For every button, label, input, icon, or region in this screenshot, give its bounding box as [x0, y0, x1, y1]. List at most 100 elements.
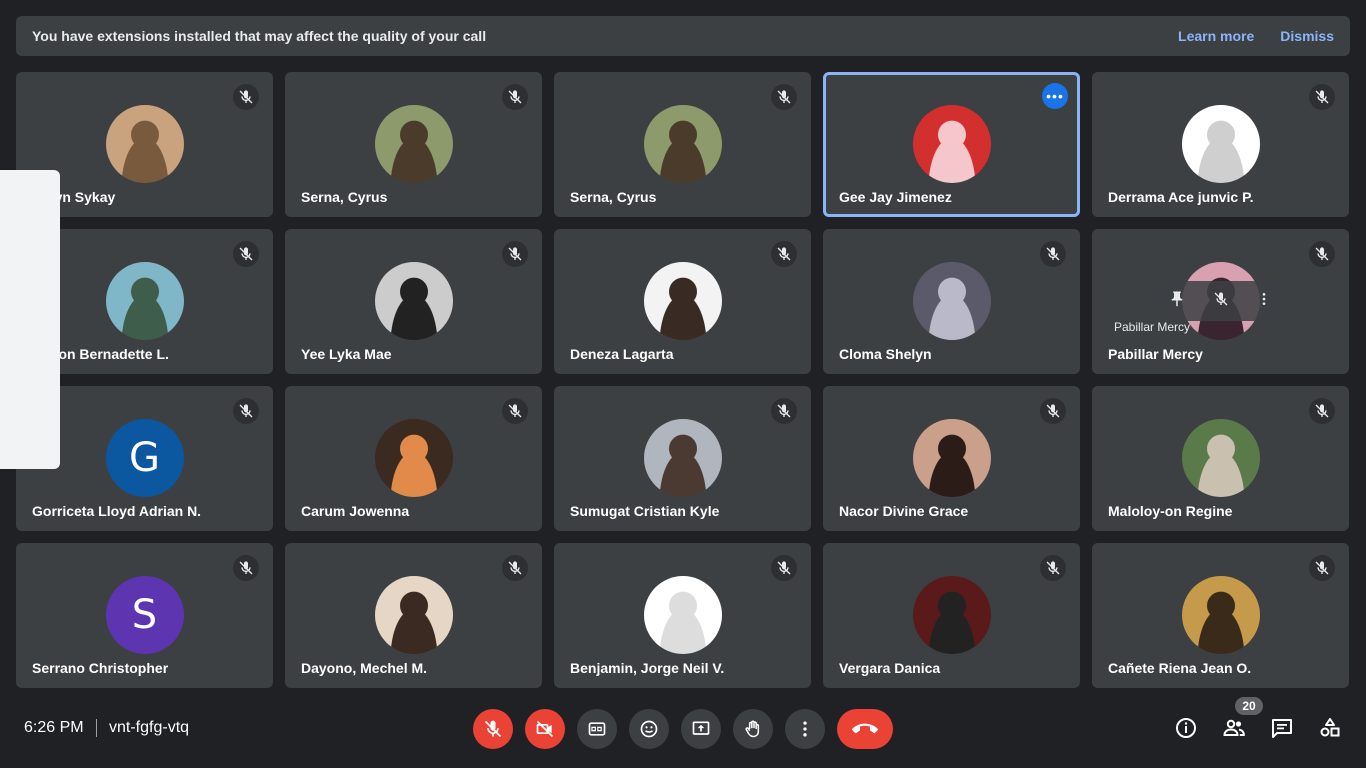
- avatar: [643, 262, 722, 340]
- hang-up-icon: [852, 723, 878, 734]
- mic-off-icon: [771, 398, 797, 424]
- meeting-controls-bar: 6:26 PM vnt-fgfg-vtq 20: [0, 697, 1366, 768]
- avatar: [643, 419, 722, 497]
- more-horizontal-icon[interactable]: •••: [1042, 83, 1068, 109]
- participant-name: Carum Jowenna: [301, 503, 410, 519]
- participant-name: Maloloy-on Regine: [1108, 503, 1233, 519]
- avatar: [912, 262, 991, 340]
- participant-tile[interactable]: Cloma Shelyn: [823, 229, 1080, 374]
- info-icon: [1176, 718, 1196, 738]
- avatar: [912, 419, 991, 497]
- participant-tile[interactable]: Pabillar Mercy Pabillar Mercy: [1092, 229, 1349, 374]
- avatar: [374, 576, 453, 654]
- participant-name: Deneza Lagarta: [570, 346, 674, 362]
- mute-participant-icon[interactable]: [1213, 291, 1229, 312]
- mic-off-icon: [1309, 84, 1335, 110]
- avatar: [912, 576, 991, 654]
- participant-tile[interactable]: Benjamin, Jorge Neil V.: [554, 543, 811, 688]
- participant-name: Benjamin, Jorge Neil V.: [570, 660, 725, 676]
- chat-icon: [1272, 719, 1292, 738]
- mic-off-icon: [1309, 241, 1335, 267]
- participant-grid: Gelyn Sykay Serna, Cyrus Serna, Cyrus ••• Ge…: [16, 72, 1350, 688]
- avatar: [374, 419, 453, 497]
- participant-tile[interactable]: Derrama Ace junvic P.: [1092, 72, 1349, 217]
- mic-off-icon: [502, 241, 528, 267]
- people-icon: [1223, 719, 1245, 736]
- reactions-button[interactable]: [629, 709, 669, 749]
- mic-off-icon: [502, 84, 528, 110]
- participant-name: Vergara Danica: [839, 660, 941, 676]
- microphone-toggle-button[interactable]: [473, 709, 513, 749]
- hand-icon: [745, 720, 760, 738]
- mic-off-icon: [502, 398, 528, 424]
- participant-name: Gee Jay Jimenez: [839, 189, 952, 205]
- avatar: S: [105, 576, 184, 654]
- shapes-icon: [1320, 718, 1340, 737]
- present-screen-button[interactable]: [681, 709, 721, 749]
- avatar-initial: G: [129, 435, 160, 481]
- people-button[interactable]: [1221, 715, 1247, 741]
- participant-tile[interactable]: Nacor Divine Grace: [823, 386, 1080, 531]
- mic-off-icon: [1309, 398, 1335, 424]
- dismiss-button[interactable]: Dismiss: [1280, 28, 1334, 44]
- participant-tile[interactable]: Dayono, Mechel M.: [285, 543, 542, 688]
- hover-name-label: Pabillar Mercy: [1114, 320, 1191, 334]
- mic-off-icon: [1040, 398, 1066, 424]
- avatar: [643, 576, 722, 654]
- mic-off-icon: [1309, 555, 1335, 581]
- participant-tile[interactable]: Sumugat Cristian Kyle: [554, 386, 811, 531]
- avatar: [105, 105, 184, 183]
- divider: [96, 719, 97, 737]
- participant-tile[interactable]: S Serrano Christopher: [16, 543, 273, 688]
- mic-off-icon: [233, 555, 259, 581]
- participant-name: Nacor Divine Grace: [839, 503, 969, 519]
- participant-name: Serna, Cyrus: [570, 189, 657, 205]
- vertical-dots-icon: [803, 721, 807, 737]
- pin-icon[interactable]: [1168, 290, 1186, 313]
- camera-toggle-button[interactable]: [525, 709, 565, 749]
- participant-tile[interactable]: Serna, Cyrus: [285, 72, 542, 217]
- participant-name: Dayono, Mechel M.: [301, 660, 428, 676]
- avatar: [1181, 419, 1260, 497]
- participant-tile[interactable]: ••• Gee Jay Jimenez: [823, 72, 1080, 217]
- avatar: [643, 105, 722, 183]
- participant-name: Serna, Cyrus: [301, 189, 388, 205]
- participant-name: Sumugat Cristian Kyle: [570, 503, 720, 519]
- avatar: [105, 262, 184, 340]
- chat-button[interactable]: [1269, 715, 1295, 741]
- participant-tile[interactable]: Deneza Lagarta: [554, 229, 811, 374]
- captions-button[interactable]: [577, 709, 617, 749]
- mic-off-icon: [233, 84, 259, 110]
- mic-off-icon: [233, 398, 259, 424]
- meeting-code: vnt-fgfg-vtq: [109, 719, 190, 736]
- participant-tile[interactable]: Vergara Danica: [823, 543, 1080, 688]
- more-options-button[interactable]: [785, 709, 825, 749]
- avatar: [374, 262, 453, 340]
- participant-tile[interactable]: Carum Jowenna: [285, 386, 542, 531]
- mic-off-icon: [771, 84, 797, 110]
- participant-tile[interactable]: Yee Lyka Mae: [285, 229, 542, 374]
- participant-name: Yee Lyka Mae: [301, 346, 392, 362]
- participant-name: Serrano Christopher: [32, 660, 169, 676]
- emoji-icon: [640, 720, 658, 738]
- avatar-initial: S: [131, 592, 158, 638]
- meeting-details-button[interactable]: [1173, 715, 1199, 741]
- clock: 6:26 PM: [24, 719, 84, 736]
- participant-name: Derrama Ace junvic P.: [1108, 189, 1254, 205]
- avatar: G: [105, 419, 184, 497]
- activities-button[interactable]: [1317, 715, 1343, 741]
- leave-call-button[interactable]: [837, 709, 893, 749]
- avatar: [912, 105, 991, 183]
- mic-off-icon: [1040, 555, 1066, 581]
- side-panel[interactable]: [0, 170, 60, 469]
- participant-tile[interactable]: Serna, Cyrus: [554, 72, 811, 217]
- participant-tile[interactable]: Maloloy-on Regine: [1092, 386, 1349, 531]
- learn-more-link[interactable]: Learn more: [1178, 28, 1254, 44]
- participant-name: Cloma Shelyn: [839, 346, 932, 362]
- avatar: [1181, 576, 1260, 654]
- mic-off-icon: [771, 555, 797, 581]
- participant-tile[interactable]: Cañete Riena Jean O.: [1092, 543, 1349, 688]
- vertical-dots-icon[interactable]: [1256, 291, 1272, 312]
- raise-hand-button[interactable]: [733, 709, 773, 749]
- camera-off-icon: [536, 720, 554, 738]
